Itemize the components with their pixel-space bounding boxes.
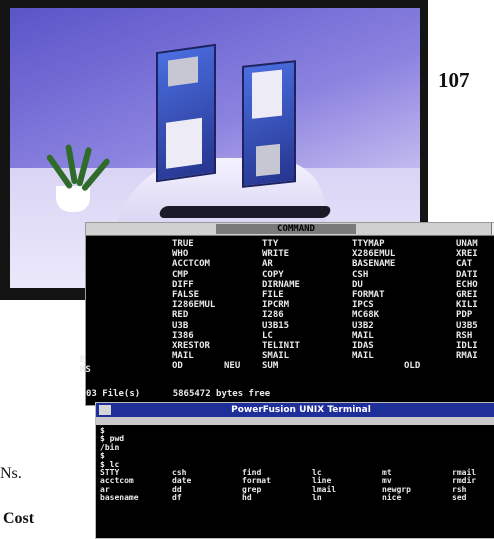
command-window[interactable]: COMMAND - E MS TRUE WHO ACCTCOM CMP DIFF… [80, 222, 494, 406]
side-text-fragment: Ns. [0, 465, 22, 482]
toaster-slot [158, 206, 332, 218]
disk-label [252, 69, 282, 119]
disk-shutter [168, 56, 198, 87]
floppy-disk-icon [156, 43, 216, 183]
terminal-column: csh date dd df [172, 468, 192, 503]
command-label: OLD [404, 361, 421, 371]
command-label: NEU [224, 361, 241, 371]
command-column: TTYMAP X286EMUL BASENAME CSH DU FORMAT I… [352, 239, 396, 362]
command-footer: 03 File(s) 5865472 bytes free [86, 389, 271, 399]
terminal-titlebar[interactable]: PowerFusion UNIX Terminal [96, 403, 494, 417]
terminal-title: PowerFusion UNIX Terminal [231, 405, 371, 415]
terminal-column: STTY acctcom ar basename [100, 468, 139, 503]
terminal-column: find format grep hd [242, 468, 271, 503]
command-title: COMMAND [277, 224, 315, 234]
command-titlebar[interactable]: COMMAND - [86, 223, 494, 236]
terminal-column: mt mv newgrp nice [382, 468, 411, 503]
command-column: UNAM XREI CAT DATI ECHO GREI KILI PDP U3… [456, 239, 478, 362]
command-column: TTY WRITE AR COPY DIRNAME FILE IPCRM I28… [262, 239, 300, 372]
disk-label [166, 117, 202, 169]
disk-shutter [256, 143, 280, 177]
terminal-column: lc line lmail ln [312, 468, 337, 503]
headline-fragment: 107 [438, 68, 470, 92]
command-left-edge: E MS [80, 355, 91, 376]
command-column: TRUE WHO ACCTCOM CMP DIFF FALSE I286EMUL… [172, 239, 216, 372]
terminal-window[interactable]: PowerFusion UNIX Terminal $ $ pwd /bin $… [95, 402, 494, 539]
terminal-prompt-lines: $ $ pwd /bin $ $ lc [100, 426, 125, 469]
terminal-column: rmail rmdir rsh sed [452, 468, 477, 503]
floppy-disk-icon [242, 60, 296, 188]
side-text-fragment: Cost [3, 510, 35, 527]
terminal-menubar[interactable] [96, 417, 494, 425]
